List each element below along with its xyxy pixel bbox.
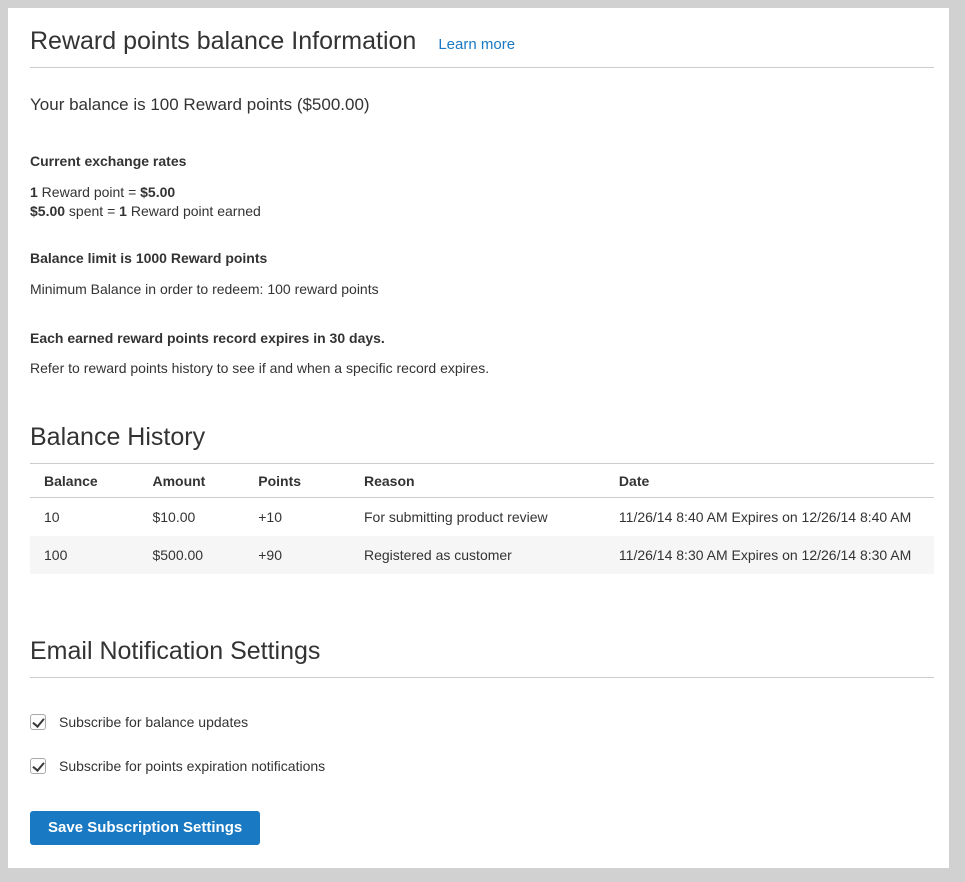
cell-date: 11/26/14 8:40 AM Expires on 12/26/14 8:4… [605,497,934,536]
email-settings-heading: Email Notification Settings [30,636,934,666]
email-settings-divider [30,677,934,678]
cell-points: +10 [244,497,350,536]
page-header: Reward points balance Information Learn … [30,8,934,56]
column-header-points: Points [244,464,350,498]
cell-points: +90 [244,536,350,574]
balance-summary: Your balance is 100 Reward points ($500.… [30,94,934,116]
cell-reason: For submitting product review [350,497,605,536]
cell-amount: $500.00 [138,536,244,574]
table-header: Balance Amount Points Reason Date [30,464,934,498]
exchange-rate-line-1: 1 Reward point = $5.00 [30,183,934,202]
subscribe-expiration-notifications-row[interactable]: Subscribe for points expiration notifica… [30,758,934,774]
subscribe-balance-updates-label: Subscribe for balance updates [59,714,248,730]
column-header-balance: Balance [30,464,138,498]
cell-balance: 10 [30,497,138,536]
column-header-date: Date [605,464,934,498]
cell-amount: $10.00 [138,497,244,536]
balance-history-table: Balance Amount Points Reason Date 10 $10… [30,464,934,574]
save-subscription-settings-button[interactable]: Save Subscription Settings [30,811,260,846]
page-title: Reward points balance Information [30,26,416,56]
header-divider [30,67,934,68]
cell-balance: 100 [30,536,138,574]
exchange-rate-line-2: $5.00 spent = 1 Reward point earned [30,202,934,221]
subscribe-balance-updates-row[interactable]: Subscribe for balance updates [30,714,934,730]
subscribe-expiration-notifications-checkbox[interactable] [30,758,46,774]
expiration-refer-text: Refer to reward points history to see if… [30,359,934,378]
reward-points-panel: Reward points balance Information Learn … [8,8,949,868]
subscribe-expiration-notifications-label: Subscribe for points expiration notifica… [59,758,325,774]
minimum-balance-text: Minimum Balance in order to redeem: 100 … [30,280,934,299]
column-header-amount: Amount [138,464,244,498]
exchange-rates-lines: 1 Reward point = $5.00 $5.00 spent = 1 R… [30,183,934,221]
cell-reason: Registered as customer [350,536,605,574]
exchange-rates-heading: Current exchange rates [30,152,934,171]
subscribe-balance-updates-checkbox[interactable] [30,714,46,730]
expiration-text: Each earned reward points record expires… [30,329,934,348]
cell-date: 11/26/14 8:30 AM Expires on 12/26/14 8:3… [605,536,934,574]
table-row: 10 $10.00 +10 For submitting product rev… [30,497,934,536]
balance-history-heading: Balance History [30,422,934,452]
table-row: 100 $500.00 +90 Registered as customer 1… [30,536,934,574]
learn-more-link[interactable]: Learn more [438,36,515,53]
column-header-reason: Reason [350,464,605,498]
balance-limit-text: Balance limit is 1000 Reward points [30,249,934,268]
